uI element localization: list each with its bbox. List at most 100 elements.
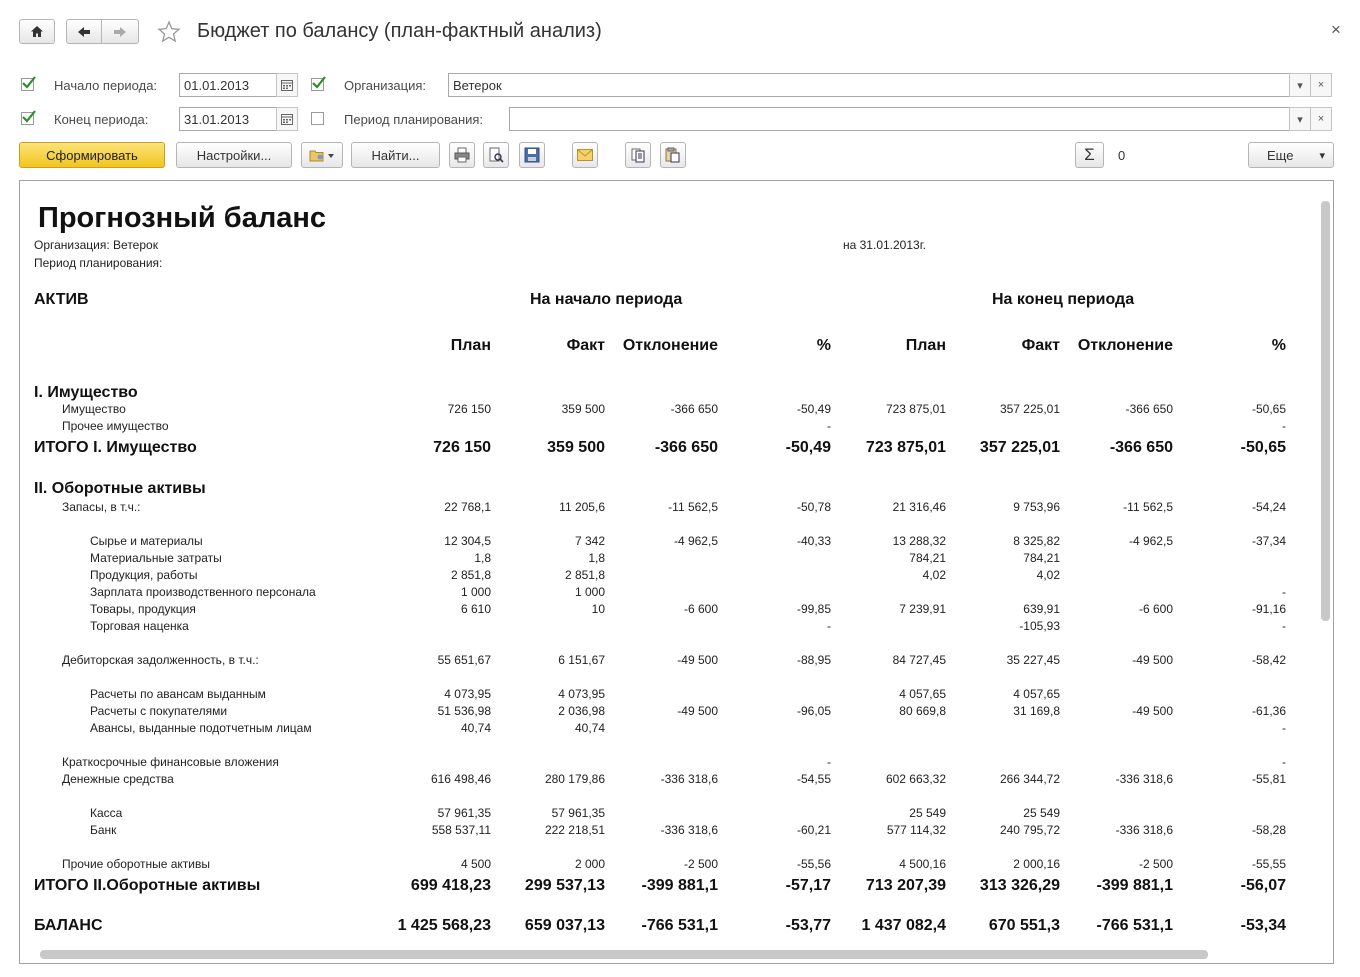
table-cell: 57 961,35 bbox=[551, 806, 605, 820]
table-cell: -2 500 bbox=[683, 857, 718, 871]
row-label: Торговая наценка bbox=[90, 619, 189, 633]
column-header: % bbox=[816, 337, 831, 354]
row-label: Денежные средства bbox=[62, 772, 174, 786]
back-button[interactable] bbox=[66, 19, 102, 44]
table-cell: - bbox=[1282, 419, 1286, 433]
row-label: Банк bbox=[90, 823, 117, 837]
table-cell: 6 151,67 bbox=[558, 653, 605, 667]
table-cell: 10 bbox=[591, 602, 605, 616]
forward-button[interactable] bbox=[101, 19, 139, 44]
table-cell: 51 536,98 bbox=[437, 704, 491, 718]
end-period-calendar-button[interactable] bbox=[276, 107, 298, 131]
row-label: Касса bbox=[90, 806, 123, 820]
table-cell: -105,93 bbox=[1019, 619, 1060, 633]
settings-button[interactable]: Настройки... bbox=[176, 142, 292, 168]
table-cell: -55,55 bbox=[1251, 857, 1286, 871]
table-cell: -336 318,6 bbox=[1115, 823, 1173, 837]
table-cell: 726 150 bbox=[447, 402, 491, 416]
organization-label: Организация: bbox=[344, 78, 427, 93]
organization-checkbox[interactable] bbox=[311, 76, 326, 91]
table-cell: -399 881,1 bbox=[641, 877, 718, 894]
table-cell: -11 562,5 bbox=[668, 500, 718, 514]
table-cell: 4 500 bbox=[460, 857, 491, 871]
print-preview-icon bbox=[489, 147, 504, 163]
copy-icon bbox=[631, 148, 645, 163]
table-cell: -366 650 bbox=[654, 439, 718, 456]
close-button[interactable]: × bbox=[1331, 20, 1341, 40]
table-cell: 31 169,8 bbox=[1013, 704, 1060, 718]
table-cell: 6 610 bbox=[460, 602, 491, 616]
calendar-icon bbox=[281, 113, 293, 125]
end-period-field[interactable]: 31.01.2013 bbox=[179, 107, 277, 131]
generate-button[interactable]: Сформировать bbox=[19, 142, 165, 168]
send-mail-button[interactable] bbox=[572, 142, 598, 168]
table-cell: 4 073,95 bbox=[444, 687, 491, 701]
table-cell: - bbox=[1282, 585, 1286, 599]
table-cell: 558 537,11 bbox=[431, 823, 491, 837]
report-document[interactable]: Прогнозный баланс Организация: Ветерок П… bbox=[19, 180, 1334, 964]
table-cell: -58,42 bbox=[1251, 653, 1286, 667]
more-button[interactable]: Еще ▾ bbox=[1248, 142, 1334, 168]
table-cell: - bbox=[827, 755, 831, 769]
table-cell: 240 795,72 bbox=[999, 823, 1060, 837]
end-period-checkbox[interactable] bbox=[21, 110, 36, 125]
report-variant-icon bbox=[309, 150, 334, 162]
copy-button[interactable] bbox=[625, 142, 651, 168]
print-button[interactable] bbox=[449, 142, 475, 168]
table-cell: -55,81 bbox=[1251, 772, 1286, 786]
chevron-down-icon: ▾ bbox=[1319, 149, 1325, 162]
organization-dropdown-button[interactable]: ▾ bbox=[1289, 73, 1311, 97]
table-cell: 4,02 bbox=[922, 568, 946, 582]
table-cell: 4,02 bbox=[1036, 568, 1060, 582]
table-cell: -336 318,6 bbox=[1115, 772, 1173, 786]
horizontal-scrollbar[interactable] bbox=[40, 950, 1208, 959]
report-date: на 31.01.2013г. bbox=[843, 238, 926, 252]
planning-period-clear-button[interactable]: × bbox=[1310, 107, 1332, 131]
start-period-checkbox[interactable] bbox=[21, 76, 36, 91]
table-cell: -54,24 bbox=[1251, 500, 1286, 514]
table-cell: -49 500 bbox=[1132, 704, 1173, 718]
table-cell: 55 651,67 bbox=[437, 653, 491, 667]
report-variant-button[interactable] bbox=[301, 142, 343, 168]
table-cell: 602 663,32 bbox=[885, 772, 946, 786]
table-cell: - bbox=[1282, 721, 1286, 735]
favorite-star[interactable] bbox=[157, 20, 181, 44]
organization-clear-button[interactable]: × bbox=[1310, 73, 1332, 97]
organization-field[interactable]: Ветерок bbox=[448, 73, 1290, 97]
table-cell: 313 326,29 bbox=[979, 877, 1060, 894]
table-cell: 784,21 bbox=[909, 551, 946, 565]
table-cell: -60,21 bbox=[796, 823, 831, 837]
print-preview-button[interactable] bbox=[483, 142, 509, 168]
table-cell: -57,17 bbox=[785, 877, 831, 894]
table-cell: 266 344,72 bbox=[999, 772, 1060, 786]
table-cell: 7 239,91 bbox=[899, 602, 946, 616]
table-cell: 12 304,5 bbox=[444, 534, 491, 548]
table-cell: -58,28 bbox=[1251, 823, 1286, 837]
start-period-calendar-button[interactable] bbox=[276, 73, 298, 97]
table-cell: 2 036,98 bbox=[558, 704, 605, 718]
table-cell: 659 037,13 bbox=[524, 917, 605, 934]
paste-button[interactable] bbox=[660, 142, 686, 168]
table-cell: -366 650 bbox=[1125, 402, 1173, 416]
table-cell: -99,85 bbox=[796, 602, 831, 616]
table-cell: 359 500 bbox=[547, 439, 605, 456]
row-label: Расчеты с покупателями bbox=[90, 704, 228, 718]
planning-period-checkbox[interactable] bbox=[311, 112, 324, 125]
table-cell: 4 073,95 bbox=[558, 687, 605, 701]
vertical-scrollbar[interactable] bbox=[1321, 201, 1330, 621]
row-label: Расчеты по авансам выданным bbox=[90, 687, 266, 701]
table-cell: 359 500 bbox=[561, 402, 605, 416]
start-period-label: Начало периода: bbox=[54, 78, 158, 93]
table-cell: -50,49 bbox=[785, 439, 831, 456]
sum-button[interactable]: Σ bbox=[1075, 142, 1104, 168]
row-label: Продукция, работы bbox=[90, 568, 198, 582]
planning-period-field[interactable] bbox=[509, 107, 1290, 131]
find-button[interactable]: Найти... bbox=[351, 142, 440, 168]
planning-period-dropdown-button[interactable]: ▾ bbox=[1289, 107, 1311, 131]
home-button[interactable] bbox=[19, 19, 55, 44]
table-cell: 699 418,23 bbox=[410, 877, 491, 894]
table-cell: 1,8 bbox=[474, 551, 491, 565]
start-period-field[interactable]: 01.01.2013 bbox=[179, 73, 277, 97]
table-cell: -49 500 bbox=[1132, 653, 1173, 667]
save-button[interactable] bbox=[519, 142, 545, 168]
